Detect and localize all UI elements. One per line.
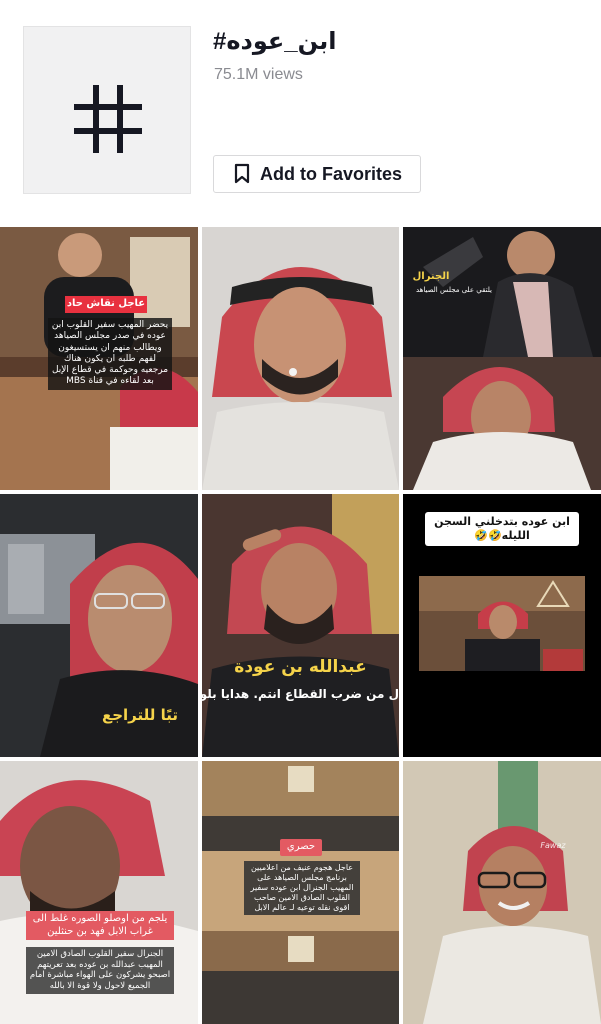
add-to-favorites-label: Add to Favorites <box>260 163 403 184</box>
video-sublabel: يلتقي على مجلس الصياهد <box>415 286 493 294</box>
video-thumbnail <box>202 227 399 490</box>
video-caption: الجنرال سفير القلوب الصادق الامين المهيب… <box>26 947 174 994</box>
video-tile-5[interactable]: عبدالله بن عودة ل من ضرب القطاع انتم. هد… <box>202 494 399 757</box>
video-tile-1[interactable]: عاجل نقاش حاد يحضر المهيب سفير القلوب اب… <box>0 227 198 490</box>
hashtag-cover <box>23 26 191 194</box>
hashtag-header: #ابن_عوده 75.1M views Add to Favorites <box>0 0 601 226</box>
bookmark-icon <box>234 163 250 184</box>
video-tile-3[interactable]: الجنرال يلتقي على مجلس الصياهد <box>403 227 601 490</box>
video-badge: حصري <box>280 839 322 856</box>
video-label: الجنرال <box>412 271 450 282</box>
video-badge: يلجم من اوصلو الصوره غلط الى غراب الابل … <box>26 911 174 940</box>
video-thumbnail <box>202 494 399 757</box>
add-to-favorites-button[interactable]: Add to Favorites <box>213 155 421 193</box>
video-tile-8[interactable]: حصري عاجل هجوم عنيف من اعلاميين برنامج م… <box>202 761 399 1024</box>
video-tile-7[interactable]: يلجم من اوصلو الصوره غلط الى غراب الابل … <box>0 761 198 1024</box>
view-count: 75.1M views <box>214 66 303 83</box>
video-watermark: Fawaz <box>540 841 566 850</box>
video-thumbnail <box>403 227 601 490</box>
video-caption: عاجل هجوم عنيف من اعلاميين برنامج مجلس ا… <box>244 861 360 915</box>
video-grid: عاجل نقاش حاد يحضر المهيب سفير القلوب اب… <box>0 227 601 1024</box>
hashtag-icon <box>74 85 142 153</box>
hashtag-title: #ابن_عوده <box>213 28 337 55</box>
video-caption: ل من ضرب القطاع انتم. هدايا بلوش <box>202 687 399 701</box>
video-tile-4[interactable]: تبًا للتراجع <box>0 494 198 757</box>
video-tile-6[interactable]: ابن عوده بتدخلني السجن الليله🤣🤣 <box>403 494 601 757</box>
video-title: عبدالله بن عودة <box>234 657 367 677</box>
video-caption: يحضر المهيب سفير القلوب ابن عوده في صدر … <box>48 318 172 390</box>
video-thumbnail <box>403 761 601 1024</box>
video-badge: عاجل نقاش حاد <box>65 296 147 313</box>
video-caption: تبًا للتراجع <box>101 706 179 724</box>
video-caption: ابن عوده بتدخلني السجن الليله🤣🤣 <box>425 512 579 546</box>
video-tile-9[interactable]: Fawaz <box>403 761 601 1024</box>
video-tile-2[interactable] <box>202 227 399 490</box>
